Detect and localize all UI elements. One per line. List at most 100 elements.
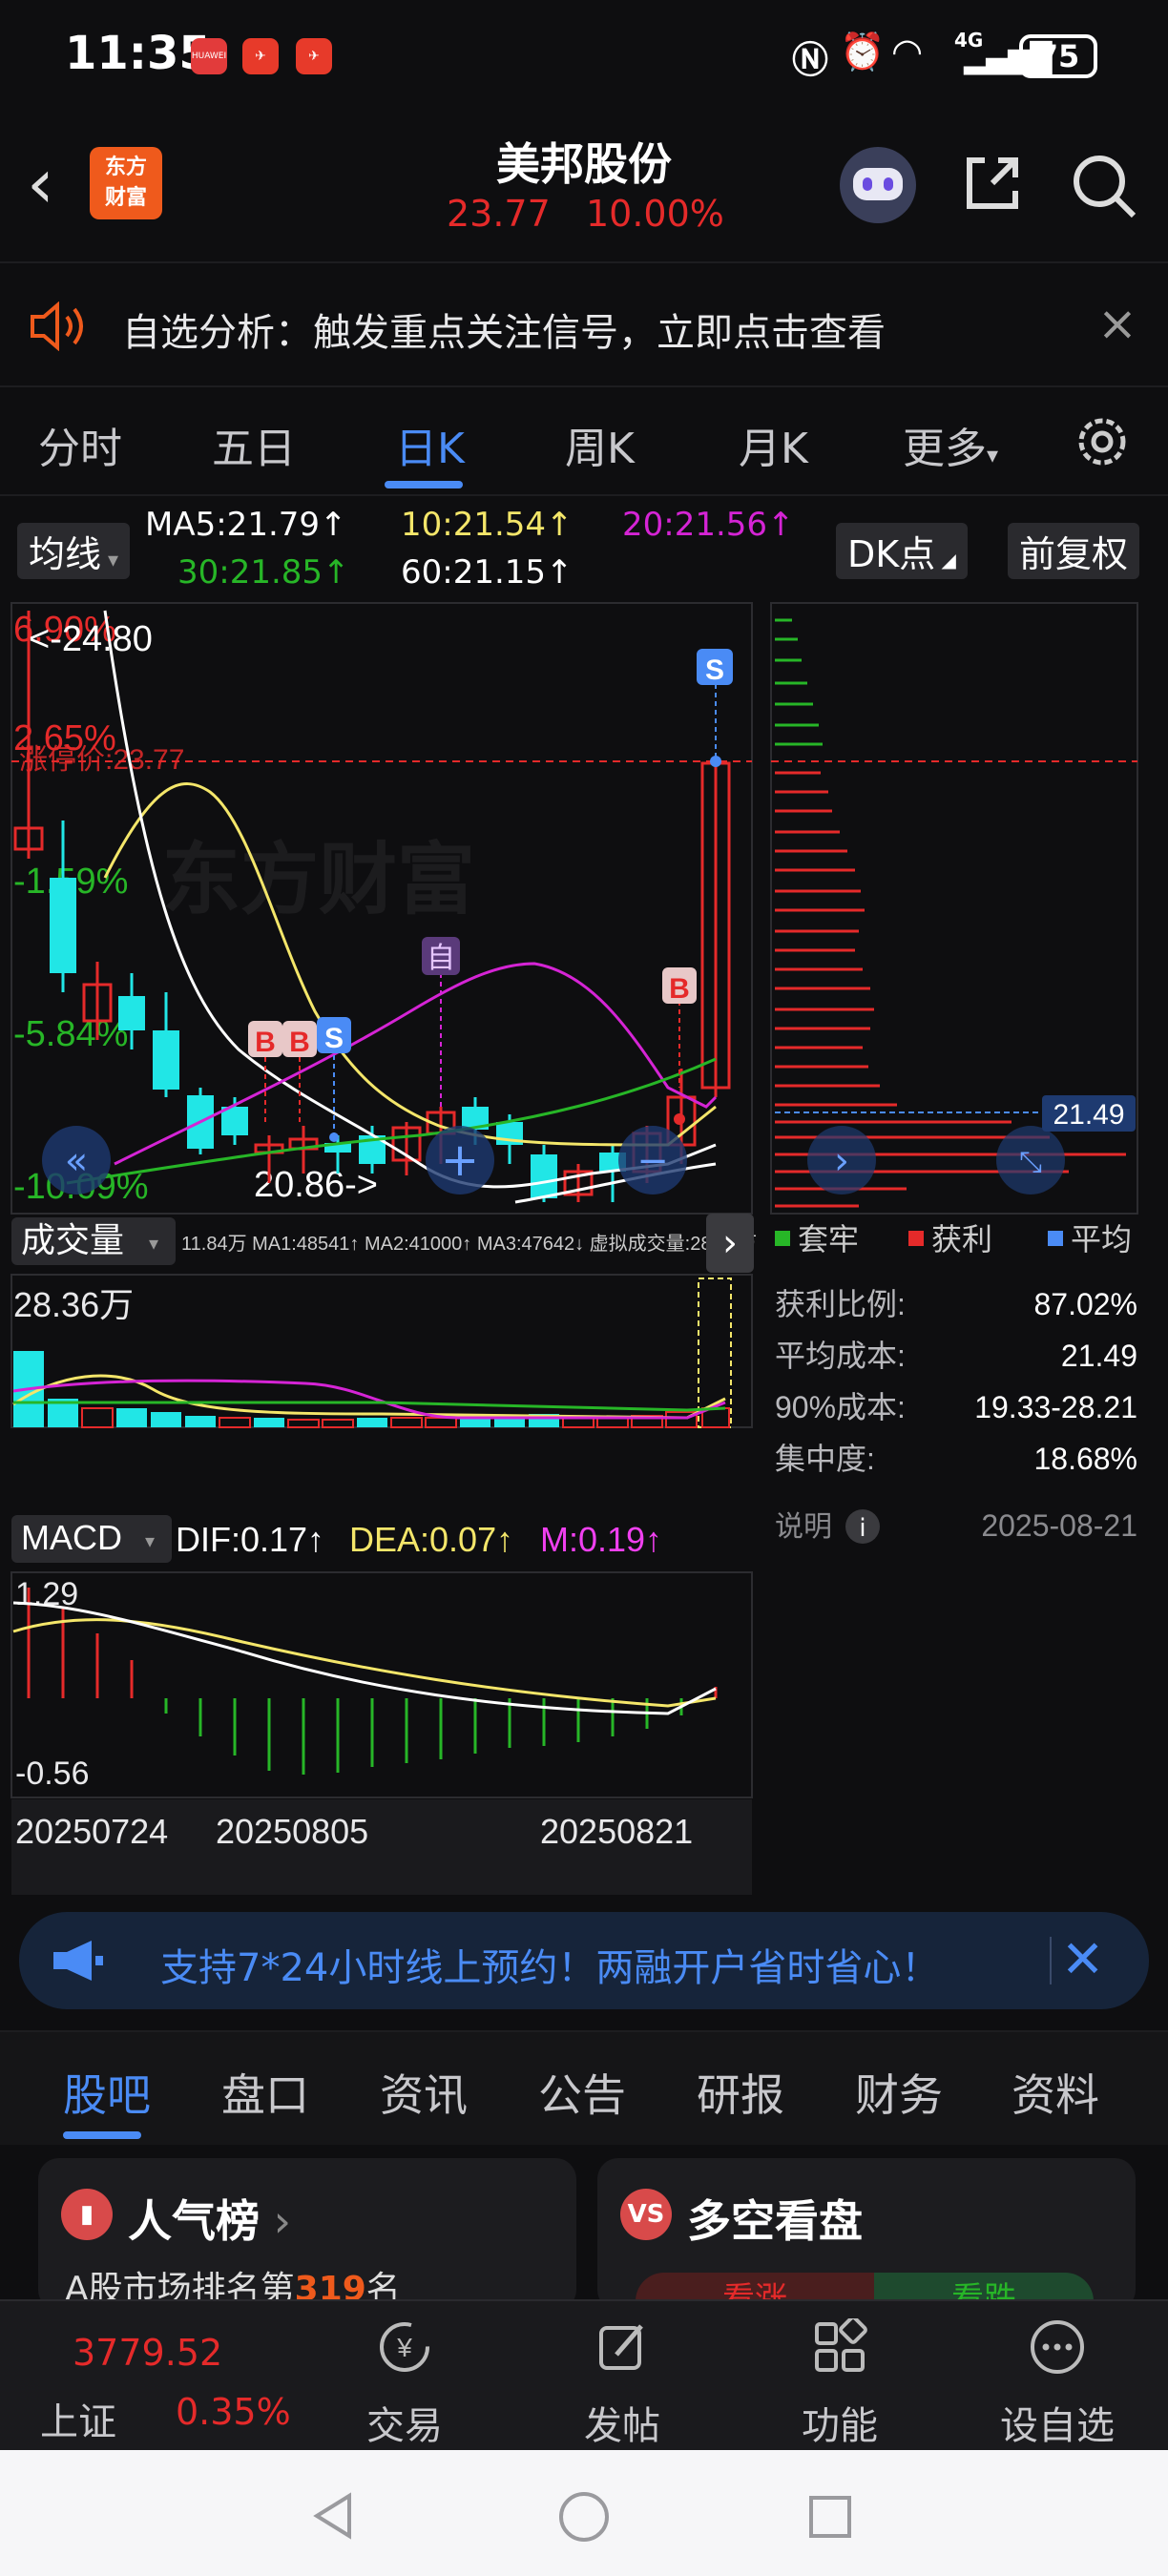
- bull-bear-card[interactable]: VS 多空看盘 看涨 看跌: [597, 2158, 1136, 2311]
- date-label: 20250821: [540, 1812, 693, 1851]
- close-icon[interactable]: ✕: [1061, 1929, 1104, 1989]
- nfc-icon: Ⓝ: [792, 39, 829, 81]
- index-change[interactable]: 0.35%: [176, 2391, 291, 2433]
- chip-label: 90%成本:: [775, 1390, 906, 1424]
- chip-value: 87.02%: [1033, 1287, 1137, 1321]
- back-triangle-icon[interactable]: [311, 2492, 355, 2540]
- signal-s: S: [324, 1023, 344, 1054]
- signal-zi: 自: [427, 943, 455, 974]
- ma-selector[interactable]: 均线 ▾: [17, 523, 131, 579]
- tab-yuek[interactable]: 月K: [739, 414, 808, 475]
- battery-icon: 75: [1019, 34, 1097, 78]
- chip-note-label: 说明: [775, 1511, 832, 1543]
- megaphone-icon: [53, 1941, 103, 1981]
- candle: [531, 1154, 557, 1198]
- paper-plane-app-icon: ✈: [296, 38, 332, 74]
- signal-b: B: [289, 1027, 310, 1058]
- recents-square-icon[interactable]: [807, 2494, 853, 2540]
- svg-text:i: i: [859, 1514, 866, 1543]
- edit-icon: [599, 2324, 643, 2370]
- fuquan-button[interactable]: 前复权: [1008, 523, 1140, 579]
- paper-plane-app-icon: ✈: [242, 38, 279, 74]
- index-value[interactable]: 3779.52: [73, 2332, 222, 2374]
- ma20-value: 20:21.56↑: [622, 506, 795, 544]
- vs-icon: VS: [620, 2189, 672, 2240]
- svg-text:▾: ▾: [145, 1529, 155, 1552]
- ai-robot-icon[interactable]: [840, 147, 916, 223]
- chip-distribution: 21.49 › ⤡: [775, 618, 1136, 1208]
- tab-more-label: 更多: [903, 425, 987, 473]
- volume-max-label: 28.36万: [13, 1285, 134, 1324]
- alarm-icon: ⏰: [840, 31, 886, 73]
- period-tabs: 分时 五日 日K 周K 月K 更多▾: [0, 391, 1168, 496]
- ma10-value: 10:21.54↑: [401, 506, 574, 544]
- chip-value: 21.49: [1061, 1339, 1137, 1373]
- nav-add-watchlist[interactable]: 设自选: [971, 2301, 1143, 2452]
- volume-selector-label: 成交量: [21, 1220, 124, 1259]
- close-icon[interactable]: ×: [1097, 296, 1137, 351]
- macd-max-label: 1.29: [15, 1576, 78, 1612]
- caret-down-icon: ▾: [987, 442, 999, 468]
- chevron-right-icon: ›: [834, 1139, 849, 1183]
- search-icon[interactable]: [1069, 151, 1137, 219]
- notice-bar[interactable]: 自选分析：触发重点关注信号，立即点击查看 ×: [0, 261, 1168, 387]
- bottom-navbar: 3779.52 上证 0.35% ¥ 交易 发帖 功能 设自选: [0, 2299, 1168, 2450]
- tab-pankou[interactable]: 盘口: [221, 2061, 309, 2124]
- dk-button[interactable]: DK点 ◢: [836, 523, 968, 579]
- plus-icon: +: [441, 1133, 479, 1187]
- popularity-card[interactable]: ▮ 人气榜 › A股市场排名第319名: [38, 2158, 576, 2311]
- chip-label: 获利比例:: [775, 1287, 906, 1321]
- gear-icon[interactable]: [1071, 410, 1134, 473]
- watermark: 东方财富: [162, 837, 475, 924]
- index-name[interactable]: 上证: [40, 2391, 116, 2446]
- dk-button-label: DK点: [847, 533, 936, 575]
- wifi-icon: ◠: [891, 31, 924, 73]
- tab-zhouk[interactable]: 周K: [565, 414, 635, 475]
- volume-stats: 11.84万 MA1:48541↑ MA2:41000↑ MA3:47642↓ …: [181, 1233, 757, 1255]
- nav-post[interactable]: 发帖: [536, 2301, 708, 2452]
- chip-label: 平均成本:: [775, 1339, 906, 1373]
- legend-taolao: 套牢: [798, 1222, 859, 1257]
- home-circle-icon[interactable]: [557, 2490, 611, 2544]
- nav-label: 发帖: [584, 2404, 660, 2448]
- candle: [50, 878, 76, 973]
- kline-chart[interactable]: 东方财富 涨停价:23.77 6.90% 2.65% -1.59% -5.84%…: [0, 592, 1168, 1899]
- status-time: 11:35: [65, 27, 211, 80]
- ad-text: 支持7*24小时线上预约！两融开户省时省心！: [160, 1946, 940, 1990]
- nav-trade[interactable]: ¥ 交易: [319, 2301, 490, 2452]
- chip-label: 集中度:: [775, 1442, 875, 1476]
- candle: [118, 996, 145, 1030]
- nav-functions[interactable]: 功能: [754, 2301, 926, 2452]
- notice-text: 自选分析：触发重点关注信号，立即点击查看: [122, 311, 886, 355]
- ma-selector-label: 均线: [29, 533, 102, 575]
- tab-ziliao[interactable]: 资料: [1012, 2061, 1099, 2124]
- tab-guba[interactable]: 股吧: [63, 2061, 151, 2124]
- ma30-value: 30:21.85↑: [177, 553, 350, 592]
- macd-histogram: [27, 1588, 718, 1775]
- chevron-right-icon: ›: [722, 1221, 738, 1265]
- tab-zixun[interactable]: 资讯: [380, 2061, 468, 2124]
- date-label: 20250805: [216, 1812, 368, 1851]
- bar-chart-icon: ▮: [61, 2189, 113, 2240]
- card-title: 人气榜 ›: [128, 2195, 292, 2247]
- ad-banner[interactable]: 支持7*24小时线上预约！两融开户省时省心！ ✕: [19, 1912, 1149, 2009]
- tab-more[interactable]: 更多▾: [903, 414, 998, 475]
- share-icon[interactable]: [960, 151, 1025, 216]
- tab-wuri[interactable]: 五日: [212, 414, 296, 475]
- tab-rik[interactable]: 日K: [395, 414, 465, 475]
- candle: [153, 1030, 179, 1090]
- minus-icon: −: [636, 1139, 669, 1183]
- huawei-app-icon: HUAWEI: [191, 38, 227, 74]
- tab-yanbao[interactable]: 研报: [697, 2061, 784, 2124]
- expand-icon: ⤡: [1019, 1146, 1042, 1179]
- macd-dif: DIF:0.17↑: [176, 1520, 324, 1559]
- date-label: 20250724: [15, 1812, 168, 1851]
- macd-m: M:0.19↑: [540, 1520, 662, 1559]
- tab-caiwu[interactable]: 财务: [855, 2061, 943, 2124]
- tab-fenshi[interactable]: 分时: [38, 414, 122, 475]
- tab-gonggao[interactable]: 公告: [538, 2061, 626, 2124]
- stock-change-pct: 10.00%: [586, 193, 724, 235]
- svg-text:▾: ▾: [149, 1232, 158, 1255]
- grid-icon: [815, 2318, 867, 2372]
- chip-date: 2025-08-21: [981, 1508, 1137, 1543]
